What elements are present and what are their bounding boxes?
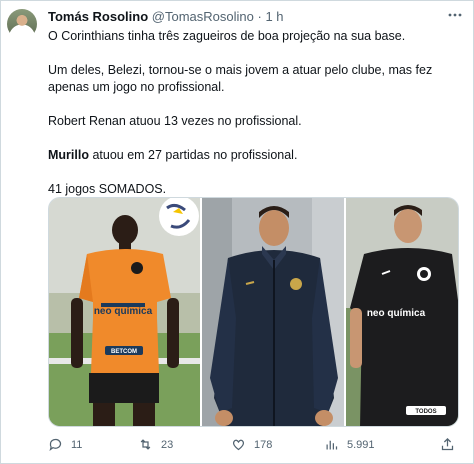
tweet-header: Tomás Rosolino @TomasRosolino · 1 h: [48, 9, 284, 25]
tweet-paragraph: Um deles, Belezi, tornou-se o mais jovem…: [48, 63, 433, 94]
sponsor-neo-quimica: neo química: [366, 308, 425, 319]
tweet-time[interactable]: 1 h: [265, 9, 283, 24]
sponsor-betcom: BETCOM: [111, 349, 137, 355]
author-name[interactable]: Tomás Rosolino: [48, 9, 148, 24]
heart-icon: [232, 439, 245, 451]
player-photo-orange-kit[interactable]: neo química BETCOM: [49, 198, 201, 426]
like-count: 178: [254, 438, 273, 451]
share-icon: [441, 437, 454, 451]
more-icon[interactable]: [447, 7, 463, 26]
tweet-paragraph: O Corinthians tinha três zagueiros de bo…: [48, 29, 406, 43]
view-count: 5.991: [347, 438, 375, 451]
tweet-paragraph: Murillo atuou em 27 partidas no profissi…: [48, 147, 458, 164]
retweet-button[interactable]: 23: [138, 437, 173, 452]
tweet-card[interactable]: Tomás Rosolino @TomasRosolino · 1 h O Co…: [0, 0, 474, 464]
media-grid: neo química BETCOM neo química TODOS: [48, 197, 459, 427]
tweet-summary: 41 jogos SOMADOS.: [48, 182, 167, 196]
sponsor-todos: TODOS: [415, 409, 436, 415]
author-handle[interactable]: @TomasRosolino: [152, 9, 254, 24]
reply-icon: [49, 438, 62, 452]
share-button[interactable]: [440, 437, 455, 452]
player-photo-rain-jacket[interactable]: [202, 198, 344, 426]
murillo-stats: atuou em 27 partidas no profissional.: [88, 148, 298, 162]
header-separator: ·: [257, 9, 262, 24]
reply-count: 11: [71, 438, 83, 451]
author-avatar[interactable]: [7, 9, 37, 39]
retweet-count: 23: [161, 438, 174, 451]
views-button[interactable]: 5.991: [324, 437, 375, 452]
action-bar: 11 23 178 5.991: [48, 437, 458, 457]
tweet-text: O Corinthians tinha três zagueiros de bo…: [48, 28, 458, 215]
like-button[interactable]: 178: [231, 437, 272, 452]
murillo-name: Murillo: [48, 148, 89, 162]
reply-button[interactable]: 11: [48, 437, 82, 452]
retweet-icon: [140, 439, 151, 450]
player-photo-black-kit[interactable]: neo química TODOS: [345, 198, 458, 426]
views-chart-icon: [326, 440, 338, 450]
sponsor-neo-quimica: neo química: [94, 306, 153, 317]
tweet-paragraph: Robert Renan atuou 13 vezes no profissio…: [48, 114, 302, 128]
